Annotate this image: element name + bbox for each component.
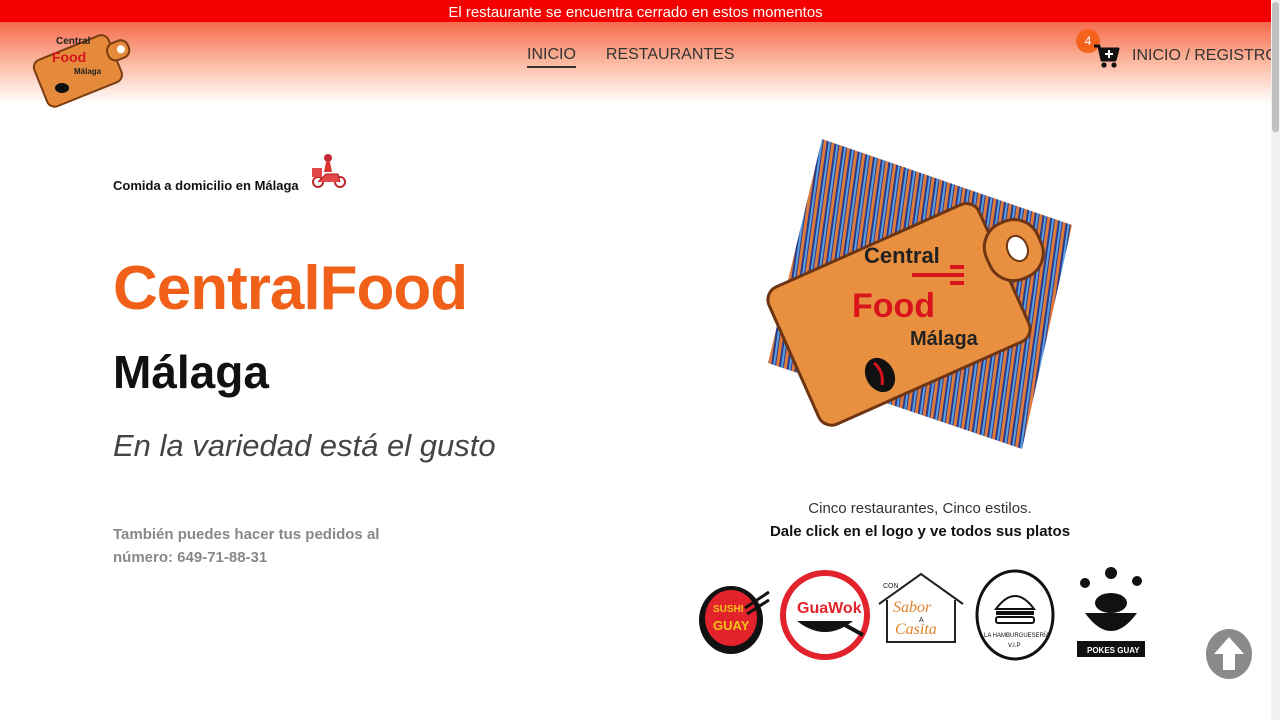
login-register-link[interactable]: INICIO / REGISTRO [1132,47,1278,65]
sabor-casita-sabor: Sabor [893,599,932,616]
closed-banner: El restaurante se encuentra cerrado en e… [0,0,1271,24]
big-logo-central: Central [864,243,940,268]
big-logo-food: Food [852,287,935,325]
delivery-tagline: Comida a domicilio en Málaga [113,178,299,193]
page-scrollbar[interactable] [1271,0,1280,720]
sushi-guay-logo[interactable]: SUSHI GUAY [697,578,771,656]
big-logo-malaga: Málaga [910,328,979,350]
header-logo[interactable]: Central Food Málaga [26,22,138,108]
logo-text-malaga: Málaga [74,67,102,76]
guawok-text: GuaWok [797,600,862,617]
hero-subtitle: Málaga [113,346,269,398]
sabor-casita-casita: Casita [895,621,937,638]
guawok-logo[interactable]: GuaWok [779,563,871,667]
hamburgueseria-vip: V.I.P [1008,643,1020,649]
hamburgueseria-vip-logo[interactable]: LA HAMBURGUESERÍA V.I.P [974,569,1056,661]
pokes-guay-logo[interactable]: POKES GUAY [1071,563,1151,663]
arrow-up-icon [1214,637,1244,670]
delivery-scooter-icon [312,154,346,188]
sabor-casita-con: CON [883,583,899,590]
sushi-guay-text2: GUAY [713,618,750,633]
cart-plus-icon[interactable] [1092,40,1120,70]
sabor-a-casita-logo[interactable]: CON Sabor A Casita [875,570,967,646]
restaurants-intro: Cinco restaurantes, Cinco estilos. [808,500,1032,517]
main-nav: INICIO RESTAURANTES [527,46,735,68]
nav-item-restaurantes[interactable]: RESTAURANTES [606,46,735,68]
pokes-guay-text: POKES GUAY [1087,646,1140,655]
restaurants-cta: Dale click en el logo y ve todos sus pla… [769,523,1071,540]
phone-order-text: También puedes hacer tus pedidos al núme… [113,526,380,566]
sushi-guay-text1: SUSHI [713,604,744,615]
scroll-to-top-button[interactable] [1206,629,1252,679]
nav-item-inicio[interactable]: INICIO [527,46,576,68]
centralfood-big-logo: Central Food Málaga [766,139,1072,449]
logo-text-food: Food [52,49,86,65]
hero-title: CentralFood [113,254,468,323]
hamburgueseria-caption: LA HAMBURGUESERÍA [984,632,1050,639]
logo-text-central: Central [56,36,91,47]
hero-slogan: En la variedad está el gusto [113,428,496,463]
